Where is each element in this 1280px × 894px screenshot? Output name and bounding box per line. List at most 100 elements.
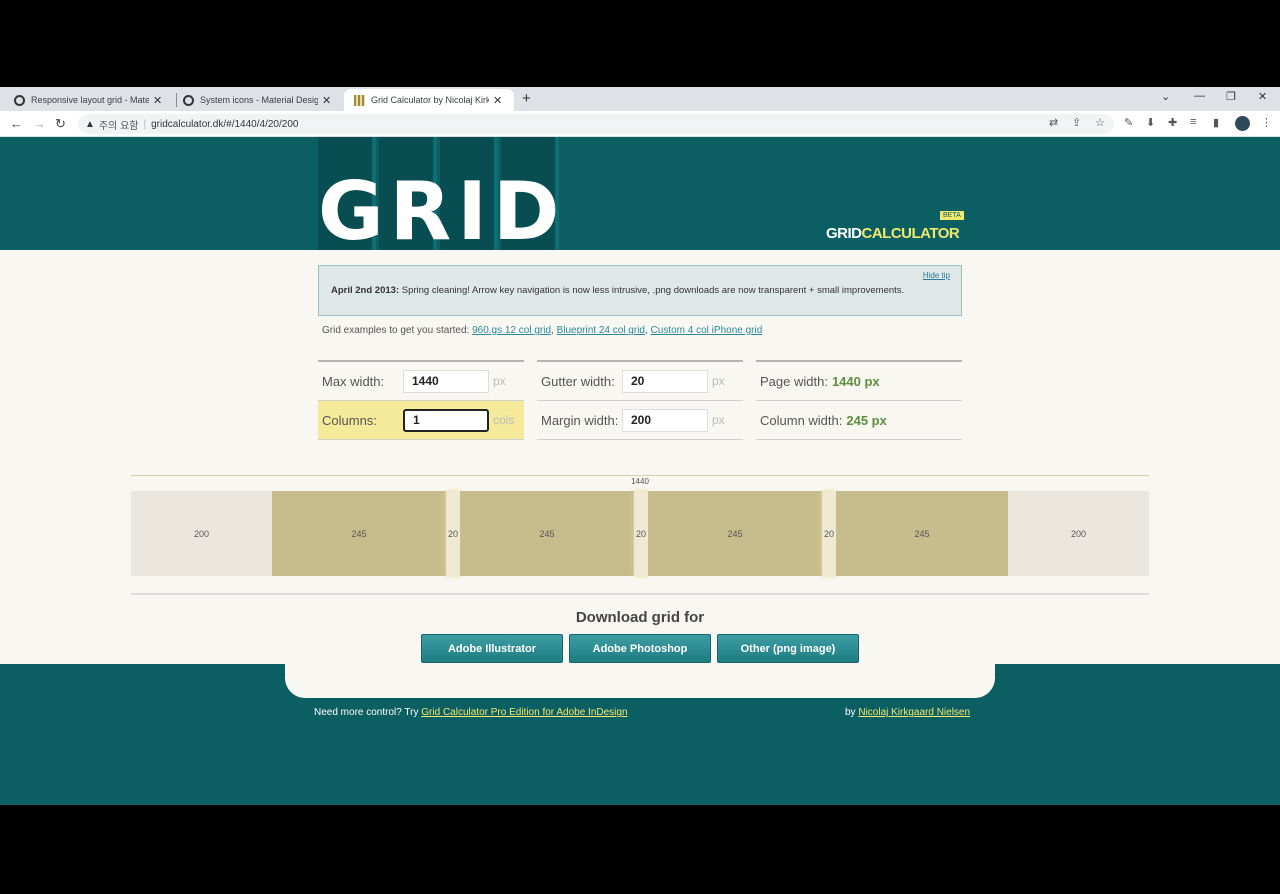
footer-left: Need more control? Try Grid Calculator P…: [314, 707, 628, 718]
omnibox[interactable]: ▲ 주의 요함 | gridcalculator.dk/#/1440/4/20/…: [78, 114, 1114, 134]
author-link[interactable]: Nicolaj Kirkgaard Nielsen: [858, 707, 970, 718]
max-width-input[interactable]: [403, 369, 489, 393]
web-page: GRID BETA GRIDCALCULATOR Hide tip April …: [0, 137, 1280, 805]
tip-message: April 2nd 2013: Spring cleaning! Arrow k…: [331, 285, 904, 296]
footer-right-text: by: [845, 707, 856, 718]
tab-title: System icons - Material Design: [200, 95, 318, 105]
screen: Responsive layout grid - Material D ✕ Sy…: [0, 0, 1280, 894]
column-width-row: Column width: 245 px: [756, 401, 962, 440]
pen-extension-icon[interactable]: ✎: [1124, 116, 1133, 129]
tab-title: Responsive layout grid - Material D: [31, 95, 149, 105]
share-icon[interactable]: ⇪: [1072, 116, 1081, 129]
example-link-iphone[interactable]: Custom 4 col iPhone grid: [651, 325, 763, 336]
translate-icon[interactable]: ⇄: [1049, 116, 1058, 129]
grid-gutter: 20: [822, 491, 836, 576]
page-width-row: Page width: 1440 px: [756, 362, 962, 401]
security-status[interactable]: 주의 요함: [99, 117, 139, 132]
grid-column: 245: [272, 491, 446, 576]
forward-icon[interactable]: →: [33, 116, 46, 131]
download-illustrator-button[interactable]: Adobe Illustrator: [421, 634, 563, 663]
columns-unit: cols: [493, 413, 515, 427]
download-photoshop-button[interactable]: Adobe Photoshop: [569, 634, 711, 663]
download-png-button[interactable]: Other (png image): [717, 634, 859, 663]
tab-system-icons[interactable]: System icons - Material Design ✕: [173, 89, 343, 111]
media-queue-icon[interactable]: ≡: [1190, 116, 1196, 128]
gutter-width-row: Gutter width: px: [537, 362, 743, 401]
tab-title: Grid Calculator by Nicolaj Kirkgaard: [371, 95, 489, 105]
columns-input[interactable]: [403, 408, 489, 432]
hide-tip-link[interactable]: Hide tip: [923, 271, 950, 280]
close-icon[interactable]: ✕: [322, 94, 331, 107]
margin-width-unit: px: [712, 413, 725, 427]
restore-icon[interactable]: ❐: [1226, 90, 1236, 103]
profile-avatar[interactable]: [1235, 116, 1250, 131]
footer-curve: [285, 664, 995, 698]
grid-margin-left: 200: [131, 491, 272, 576]
brand-wordmark: GRIDCALCULATOR: [826, 225, 960, 242]
omnibox-divider: |: [143, 118, 147, 130]
minimize-icon[interactable]: —: [1194, 90, 1205, 102]
menu-kebab-icon[interactable]: ⋮: [1261, 116, 1272, 129]
window-close-icon[interactable]: ✕: [1258, 90, 1267, 103]
margin-width-label: Margin width:: [541, 412, 619, 428]
max-width-unit: px: [493, 374, 506, 388]
brand-grid: GRID: [826, 225, 862, 242]
address-bar-row: ← → ↻ ▲ 주의 요함 | gridcalculator.dk/#/1440…: [0, 111, 1280, 137]
margin-width-row: Margin width: px: [537, 401, 743, 440]
warning-icon[interactable]: ▲: [85, 119, 95, 130]
footer-right: by Nicolaj Kirkgaard Nielsen: [845, 707, 970, 718]
tab-grid-calculator[interactable]: Grid Calculator by Nicolaj Kirkgaard ✕: [344, 89, 514, 111]
margin-width-input[interactable]: [622, 408, 708, 432]
grid-gutter: 20: [446, 491, 460, 576]
extensions-puzzle-icon[interactable]: ✚: [1168, 116, 1177, 129]
gutter-width-label: Gutter width:: [541, 373, 615, 389]
download-title: Download grid for: [575, 609, 705, 626]
side-panel-icon[interactable]: ▮: [1213, 116, 1219, 129]
example-link-960gs[interactable]: 960.gs 12 col grid: [472, 325, 551, 336]
grid-column: 245: [648, 491, 822, 576]
calc-group-gutter-margin: Gutter width: px Margin width: px: [537, 360, 743, 440]
grid-column: 245: [460, 491, 634, 576]
grid-margin-right: 200: [1008, 491, 1149, 576]
footer-left-text: Need more control? Try: [314, 707, 419, 718]
tip-text: Spring cleaning! Arrow key navigation is…: [401, 285, 905, 296]
site-header: GRID BETA GRIDCALCULATOR: [0, 137, 1280, 258]
new-tab-button[interactable]: +: [522, 90, 531, 107]
tip-box: Hide tip April 2nd 2013: Spring cleaning…: [318, 265, 962, 316]
tab-responsive-layout[interactable]: Responsive layout grid - Material D ✕: [4, 89, 174, 111]
pro-edition-link[interactable]: Grid Calculator Pro Edition for Adobe In…: [421, 707, 627, 718]
tip-date: April 2nd 2013:: [331, 285, 400, 296]
url-text[interactable]: gridcalculator.dk/#/1440/4/20/200: [151, 119, 298, 130]
grid-examples: Grid examples to get you started: 960.gs…: [322, 325, 763, 336]
github-icon: [183, 94, 194, 106]
github-icon: [14, 94, 25, 106]
tab-bar: Responsive layout grid - Material D ✕ Sy…: [0, 87, 1280, 111]
brand-calculator: CALCULATOR: [861, 225, 960, 242]
close-icon[interactable]: ✕: [153, 94, 162, 107]
back-icon[interactable]: ←: [10, 116, 23, 131]
total-width-rule: [131, 475, 1149, 476]
grid-column: 245: [836, 491, 1008, 576]
examples-intro: Grid examples to get you started:: [322, 325, 470, 336]
column-width-label: Column width:: [760, 412, 843, 428]
bookmark-star-icon[interactable]: ☆: [1095, 116, 1105, 129]
calc-group-width-columns: Max width: px Columns: cols: [318, 360, 524, 440]
columns-row: Columns: cols: [318, 401, 524, 440]
section-divider: [131, 593, 1149, 595]
beta-badge: BETA: [940, 211, 964, 220]
column-width-value: 245 px: [846, 412, 887, 428]
grid-favicon-icon: [354, 94, 365, 106]
page-width-label: Page width:: [760, 373, 828, 389]
close-icon[interactable]: ✕: [493, 94, 502, 107]
calc-group-results: Page width: 1440 px Column width: 245 px: [756, 360, 962, 440]
download-extension-icon[interactable]: ⬇: [1146, 116, 1155, 129]
page-width-value: 1440 px: [831, 373, 880, 389]
max-width-label: Max width:: [322, 373, 385, 389]
tab-search-icon[interactable]: ⌄: [1161, 90, 1170, 103]
total-width-label: 1440: [620, 477, 660, 486]
reload-icon[interactable]: ↻: [55, 116, 66, 132]
grid-gutter: 20: [634, 491, 648, 576]
example-link-blueprint[interactable]: Blueprint 24 col grid: [557, 325, 645, 336]
site-logo[interactable]: GRID: [318, 165, 565, 258]
gutter-width-input[interactable]: [622, 369, 708, 393]
